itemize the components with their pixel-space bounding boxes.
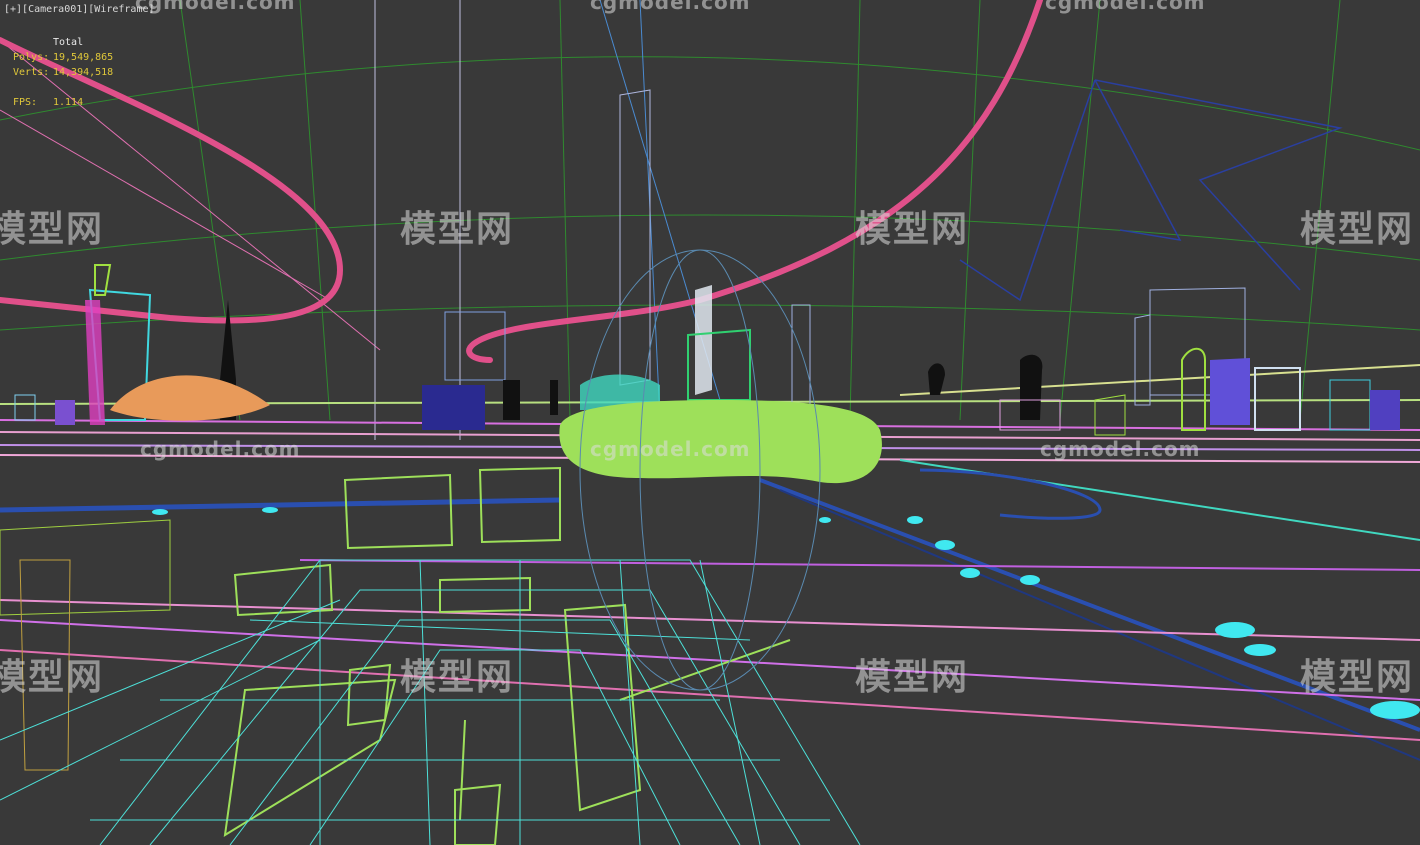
- watermark-en-3: cgmodel.com: [1040, 437, 1201, 461]
- fps-value: 1.114: [53, 97, 84, 108]
- watermark-en-1: cgmodel.com: [140, 437, 301, 461]
- watermark-en-4: cgmodel.com: [590, 0, 751, 14]
- polys-value: 19,549,865: [53, 52, 114, 63]
- watermark-cn-2: 模型网: [400, 209, 515, 250]
- foreground-wire-objects: [0, 466, 791, 845]
- watermark-cn-3: 模型网: [855, 209, 970, 250]
- watermark-cn-5: 模型网: [0, 657, 105, 698]
- watermark-cn-1: 模型网: [0, 209, 105, 250]
- stats-header: Total: [53, 37, 84, 48]
- roads: [0, 459, 1420, 761]
- left-buildings: [14, 264, 270, 425]
- watermark-en-6: cgmodel.com: [135, 0, 296, 14]
- watermark-en-2: cgmodel.com: [590, 437, 751, 461]
- watermark-cn-8: 模型网: [1300, 657, 1415, 698]
- wireframe-scene[interactable]: [0, 0, 1420, 845]
- watermark-cn-7: 模型网: [855, 657, 970, 698]
- fps-label: FPS:: [13, 97, 38, 108]
- 3d-viewport[interactable]: 模型网 模型网 模型网 模型网 模型网 模型网 模型网 模型网 cgmodel.…: [0, 0, 1420, 845]
- verts-value: 14,394,518: [53, 67, 114, 78]
- center-buildings: [422, 89, 811, 430]
- blue-frame: [959, 79, 1343, 302]
- watermark-en-5: cgmodel.com: [1045, 0, 1206, 14]
- verts-label: Verts:: [13, 67, 50, 78]
- right-buildings: [928, 287, 1400, 436]
- watermark-cn-6: 模型网: [400, 657, 515, 698]
- pink-tubes: [0, 0, 1043, 363]
- lane-markers: [152, 507, 1420, 719]
- watermark-cn-4: 模型网: [1300, 209, 1415, 250]
- viewport-label-menu[interactable]: [+][Camera001][Wireframe]: [4, 4, 155, 15]
- statistics-overlay: Total Polys: 19,549,865 Verts: 14,394,51…: [13, 35, 113, 110]
- polys-label: Polys:: [13, 52, 50, 63]
